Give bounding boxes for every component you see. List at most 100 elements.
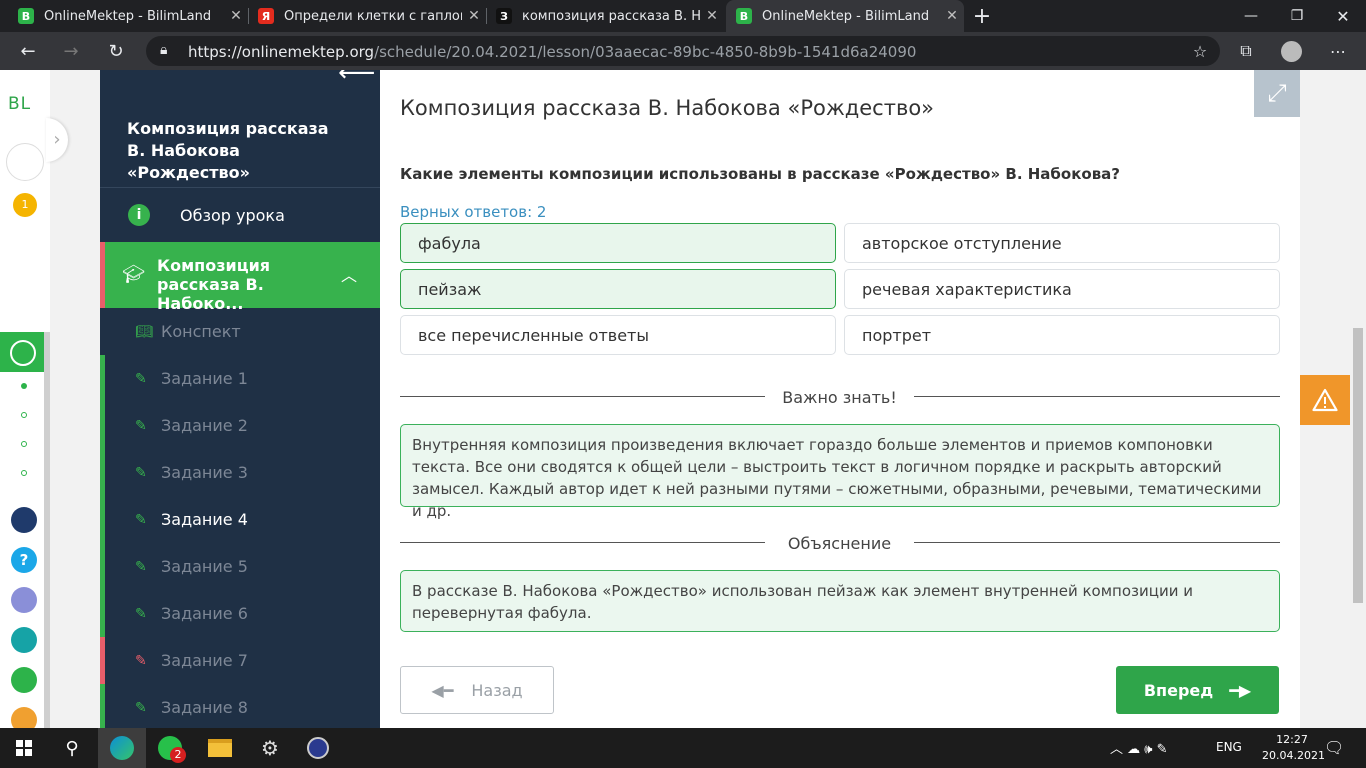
browser-tab[interactable]: З композиция рассказа В. Набоко ✕: [486, 0, 724, 32]
close-tab-icon[interactable]: ✕: [940, 8, 964, 24]
sidebar-item-label: Задание 6: [161, 604, 248, 623]
collapse-sidebar-icon[interactable]: ⟵: [338, 70, 375, 88]
url-text[interactable]: https://onlinemektep.org/schedule/20.04.…: [188, 43, 916, 61]
taskbar-vpn[interactable]: [294, 728, 342, 768]
new-tab-button[interactable]: +: [966, 0, 998, 32]
answer-option[interactable]: речевая характеристика: [844, 269, 1280, 309]
expand-rail-button[interactable]: ›: [46, 118, 68, 162]
sidebar-item[interactable]: ✎ Задание 3: [100, 449, 380, 496]
correct-count-label: Верных ответов: 2: [400, 203, 547, 221]
taskbar-explorer[interactable]: [196, 728, 244, 768]
tab-title: OnlineMektep - BilimLand: [762, 8, 930, 24]
sidebar-item[interactable]: ✎ Задание 5: [100, 543, 380, 590]
section-label: Композиция рассказа В. Набоко...: [157, 256, 271, 313]
tab-title: композиция рассказа В. Набоко: [522, 8, 700, 24]
status-marker: [100, 496, 105, 543]
nav-dot-icon[interactable]: [21, 441, 27, 447]
answer-option[interactable]: все перечисленные ответы: [400, 315, 836, 355]
edit-icon: ✎: [135, 605, 147, 622]
nav-dot-icon[interactable]: [21, 412, 27, 418]
edit-icon: ✎: [135, 652, 147, 669]
answer-option[interactable]: портрет: [844, 315, 1280, 355]
fullscreen-button[interactable]: ⤢: [1254, 70, 1300, 117]
minimize-icon[interactable]: —: [1228, 0, 1274, 32]
sidebar-item[interactable]: 📖︎ Конспект: [100, 308, 380, 355]
nav-dot-icon[interactable]: [21, 383, 27, 389]
windows-taskbar: ⚲ 2 ⚙ ︿ ☁ 🕪︎ ✎ ENG 12:27 20.04.2021 🗨︎: [0, 728, 1366, 768]
bilim-shop-icon[interactable]: [11, 707, 37, 728]
online-mektep-tab[interactable]: [0, 332, 44, 372]
arrow-left-icon: ◀━: [431, 680, 454, 700]
sidebar-item[interactable]: ✎ Задание 7: [100, 637, 380, 684]
windows-start-icon[interactable]: [0, 728, 48, 768]
clock-date: 20.04.2021: [1262, 749, 1325, 762]
browser-tab[interactable]: Я Определи клетки с гаплоидным ✕: [248, 0, 486, 32]
answer-option[interactable]: авторское отступление: [844, 223, 1280, 263]
help-icon[interactable]: ?: [11, 547, 37, 573]
lesson-overview-item[interactable]: i Обзор урока: [100, 188, 380, 242]
question-text: Какие элементы композиции использованы в…: [400, 165, 1121, 183]
info-icon: i: [128, 204, 150, 226]
browser-tab-bar: B OnlineMektep - BilimLand ✕ Я Определи …: [0, 0, 1366, 32]
nav-dot-icon[interactable]: [21, 470, 27, 476]
sidebar-item[interactable]: ✎ Задание 2: [100, 402, 380, 449]
tab-favicon-icon: Я: [258, 8, 274, 24]
lock-icon[interactable]: 🔒︎: [160, 42, 167, 58]
taskbar-edge[interactable]: [98, 728, 146, 768]
sidebar-item-label: Задание 1: [161, 369, 248, 388]
report-problem-button[interactable]: [1300, 375, 1350, 425]
bookmark-star-icon[interactable]: ☆: [1184, 32, 1216, 70]
search-icon[interactable]: ⚲: [48, 728, 96, 768]
page-scrollbar[interactable]: [1350, 70, 1366, 728]
next-button[interactable]: Вперед ━▶: [1116, 666, 1279, 714]
back-arrow-icon[interactable]: ←: [12, 32, 44, 70]
browser-tab[interactable]: B OnlineMektep - BilimLand ✕: [8, 0, 248, 32]
keyboard-icon[interactable]: [11, 587, 37, 613]
close-tab-icon[interactable]: ✕: [224, 8, 248, 24]
user-avatar[interactable]: [6, 143, 44, 181]
camera-app-icon[interactable]: ⚙: [246, 728, 294, 768]
close-tab-icon[interactable]: ✕: [462, 8, 486, 24]
answer-option[interactable]: пейзаж: [400, 269, 836, 309]
sidebar-item[interactable]: ✎ Задание 4: [100, 496, 380, 543]
tab-title: OnlineMektep - BilimLand: [44, 8, 212, 24]
smart-nation-icon[interactable]: [11, 507, 37, 533]
taskbar-whatsapp[interactable]: 2: [146, 728, 194, 768]
notification-badge[interactable]: 1: [13, 193, 37, 217]
warning-icon: [1312, 388, 1338, 412]
overview-label: Обзор урока: [180, 205, 285, 225]
edit-icon: ✎: [135, 699, 147, 716]
bilim-media-icon[interactable]: [11, 627, 37, 653]
close-window-icon[interactable]: ✕: [1320, 0, 1366, 32]
restore-icon[interactable]: ❐: [1274, 0, 1320, 32]
sidebar-lesson-title: Композиция рассказа В. Набокова «Рождест…: [127, 119, 329, 182]
answer-option-label: речевая характеристика: [862, 279, 1072, 299]
scrollbar-thumb[interactable]: [1353, 328, 1363, 603]
clock[interactable]: 12:27 20.04.2021: [1262, 732, 1325, 764]
system-tray-icons[interactable]: ︿ ☁ 🕪︎ ✎: [1110, 738, 1167, 757]
section-header-active[interactable]: 🎓︎ Композиция рассказа В. Набоко... ︿: [100, 242, 380, 313]
bilim-land-icon[interactable]: [11, 667, 37, 693]
profile-avatar[interactable]: [1281, 41, 1302, 62]
chevron-up-icon[interactable]: ︿: [341, 262, 357, 286]
sidebar-item[interactable]: ✎ Задание 6: [100, 590, 380, 637]
sidebar-item[interactable]: ✎ Задание 1: [100, 355, 380, 402]
browser-tab-active[interactable]: B OnlineMektep - BilimLand ✕: [726, 0, 964, 32]
notifications-icon[interactable]: 🗨︎: [1324, 738, 1344, 757]
tab-favicon-icon: B: [736, 8, 752, 24]
status-marker: [100, 684, 105, 728]
back-button[interactable]: ◀━ Назад: [400, 666, 554, 714]
url-domain: https://onlinemektep.org: [188, 43, 375, 61]
status-marker: [100, 590, 105, 637]
answer-option[interactable]: фабула: [400, 223, 836, 263]
language-indicator[interactable]: ENG: [1216, 740, 1242, 754]
close-tab-icon[interactable]: ✕: [700, 8, 724, 24]
address-bar-row: ← → ↻ 🔒︎ https://onlinemektep.org/schedu…: [0, 32, 1366, 70]
reload-icon[interactable]: ↻: [100, 32, 132, 70]
more-menu-icon[interactable]: ⋯: [1322, 32, 1354, 70]
collections-icon[interactable]: ⧉: [1230, 32, 1262, 70]
forward-arrow-icon[interactable]: →: [55, 32, 87, 70]
lesson-sidebar: ⟵ Композиция рассказа В. Набокова «Рожде…: [100, 70, 380, 728]
sidebar-item[interactable]: ✎ Задание 8: [100, 684, 380, 728]
sidebar-item-label: Задание 2: [161, 416, 248, 435]
